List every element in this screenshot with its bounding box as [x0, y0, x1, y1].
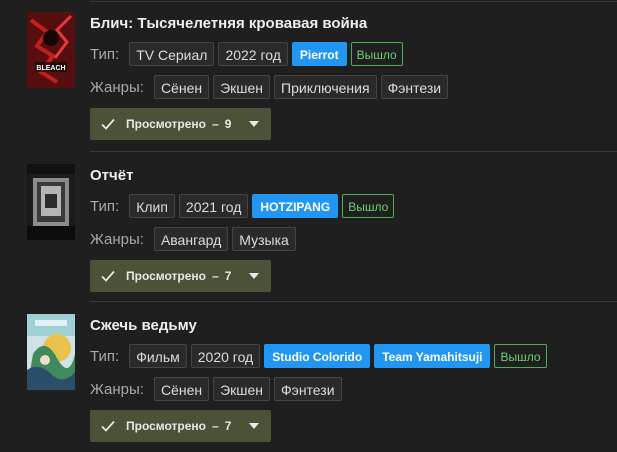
studio-tag[interactable]: Studio Colorido	[264, 344, 371, 368]
genre-tag[interactable]: Сёнен	[153, 75, 210, 99]
episodes-watched-count: 9	[224, 117, 232, 131]
watch-status-button[interactable]: Просмотрено – 9	[90, 108, 271, 140]
check-icon	[101, 420, 115, 432]
check-icon	[101, 270, 115, 282]
type-tag[interactable]: Клип	[129, 194, 175, 218]
caret-down-icon[interactable]	[249, 423, 259, 429]
genres-row: Жанры: Авангард Музыка	[90, 227, 296, 251]
anime-entry: Отчёт Тип: Клип 2021 год HOTZIPANG Вышло…	[0, 152, 617, 302]
status-badge: Вышло	[342, 194, 395, 218]
year-tag[interactable]: 2022 год	[218, 42, 288, 66]
genres-row: Жанры: Сёнен Экшен Фэнтези	[90, 377, 342, 401]
caret-down-icon[interactable]	[249, 273, 259, 279]
type-label: Тип:	[90, 45, 120, 63]
studio-tag[interactable]: HOTZIPANG	[252, 194, 339, 218]
anime-title[interactable]: Отчёт	[90, 167, 133, 184]
check-icon	[101, 118, 115, 130]
watch-separator: –	[212, 269, 219, 283]
episodes-watched-count: 7	[224, 419, 232, 433]
genres-label: Жанры:	[90, 230, 144, 248]
genre-tag[interactable]: Музыка	[232, 227, 296, 251]
watch-status-button[interactable]: Просмотрено – 7	[90, 260, 271, 292]
type-label: Тип:	[90, 347, 120, 365]
genre-tag[interactable]: Фэнтези	[380, 75, 449, 99]
genre-tag[interactable]: Сёнен	[153, 377, 210, 401]
watch-status-label: Просмотрено	[126, 419, 207, 433]
watch-status-label: Просмотрено	[126, 117, 207, 131]
anime-entry: BLEACH Блич: Тысячелетняя кровавая война…	[0, 0, 617, 150]
poster-image[interactable]	[27, 164, 75, 240]
type-row: Тип: Фильм 2020 год Studio Colorido Team…	[90, 344, 547, 368]
anime-title[interactable]: Сжечь ведьму	[90, 317, 197, 334]
watch-status-label: Просмотрено	[126, 269, 207, 283]
genres-row: Жанры: Сёнен Экшен Приключения Фэнтези	[90, 75, 449, 99]
studio-tag[interactable]: Team Yamahitsuji	[374, 344, 491, 368]
watch-separator: –	[212, 117, 219, 131]
genre-tag[interactable]: Авангард	[153, 227, 229, 251]
status-badge: Вышло	[350, 42, 403, 66]
genre-tag[interactable]: Фэнтези	[274, 377, 342, 401]
watch-status-button[interactable]: Просмотрено – 7	[90, 410, 271, 442]
type-tag[interactable]: Фильм	[129, 344, 187, 368]
genre-tag[interactable]: Экшен	[213, 377, 271, 401]
year-tag[interactable]: 2021 год	[178, 194, 249, 218]
genre-tag[interactable]: Экшен	[213, 75, 271, 99]
year-tag[interactable]: 2020 год	[190, 344, 261, 368]
type-label: Тип:	[90, 197, 120, 215]
poster-image[interactable]	[27, 314, 75, 390]
watch-separator: –	[212, 419, 219, 433]
poster-logo-text: BLEACH	[36, 65, 65, 72]
type-row: Тип: Клип 2021 год HOTZIPANG Вышло	[90, 194, 395, 218]
status-badge: Вышло	[494, 344, 547, 368]
studio-tag[interactable]: Pierrot	[291, 42, 347, 66]
type-row: Тип: TV Сериал 2022 год Pierrot Вышло	[90, 42, 403, 66]
genres-label: Жанры:	[90, 380, 144, 398]
poster-image[interactable]: BLEACH	[27, 12, 75, 88]
type-tag[interactable]: TV Сериал	[129, 42, 215, 66]
caret-down-icon[interactable]	[249, 121, 259, 127]
episodes-watched-count: 7	[224, 269, 232, 283]
genres-label: Жанры:	[90, 78, 144, 96]
anime-entry: Сжечь ведьму Тип: Фильм 2020 год Studio …	[0, 302, 617, 452]
genre-tag[interactable]: Приключения	[274, 75, 377, 99]
anime-title[interactable]: Блич: Тысячелетняя кровавая война	[90, 15, 367, 32]
